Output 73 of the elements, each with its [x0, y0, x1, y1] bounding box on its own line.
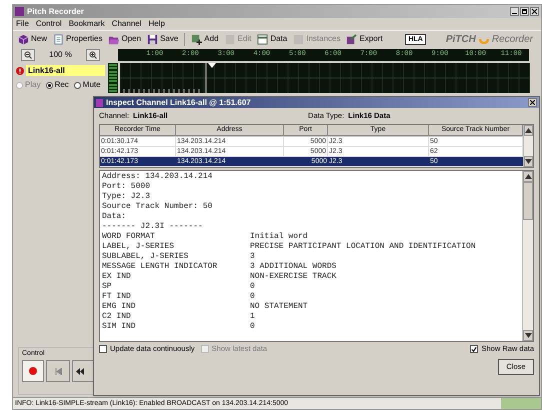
scroll-down-icon[interactable] [523, 330, 533, 341]
toolbar-button[interactable]: Open [105, 32, 144, 46]
scroll-down-icon[interactable] [524, 156, 533, 167]
field-value: 1 [250, 312, 255, 322]
field-value: 0 [250, 292, 255, 302]
menu-item[interactable]: File [16, 18, 29, 30]
close-icon[interactable] [530, 7, 539, 16]
field-name: SUBLABEL, J-SERIES [102, 252, 190, 262]
data-icon [257, 34, 268, 44]
scroll-up-icon[interactable] [524, 125, 533, 136]
zoom-level: 100 % [49, 49, 72, 61]
field-value: 0 [250, 282, 255, 292]
brand-name: PiTCH [446, 32, 476, 46]
scrollbar[interactable] [523, 125, 533, 167]
checkbox[interactable] [99, 345, 107, 353]
menu-item[interactable]: Help [148, 18, 165, 30]
cube-icon [18, 34, 29, 44]
product-name: Recorder [492, 32, 533, 46]
field-value: Initial word [250, 232, 308, 242]
channel-name-field[interactable]: Link16-all [26, 65, 105, 76]
raw-text-line: Type: J2.3 [102, 192, 152, 202]
field-value: NON-EXERCISE TRACK [250, 272, 336, 282]
mode-radio[interactable]: Rec [46, 79, 69, 91]
field-value: 0 [250, 322, 255, 332]
scroll-up-icon[interactable] [523, 171, 533, 182]
field-value: PRECISE PARTICIPANT LOCATION AND IDENTIFICATION [250, 242, 476, 252]
menu-item[interactable]: Channel [112, 18, 142, 30]
rewind-icon [76, 368, 85, 374]
field-name: SP [102, 282, 113, 292]
field-name: WORD FORMAT [102, 232, 156, 242]
field-value: 3 [250, 252, 255, 262]
field-name: C2 IND [102, 312, 132, 322]
toolbar-button[interactable]: Export [343, 32, 386, 46]
toolbar-button[interactable]: New [15, 32, 50, 46]
field-value: 3 ADDITIONAL WORDS [250, 262, 336, 272]
mode-radio[interactable]: Mute [74, 79, 101, 91]
page-icon [53, 34, 64, 44]
app-icon [15, 7, 24, 16]
menu-item[interactable]: Control [36, 18, 62, 30]
skip-back-icon [54, 368, 62, 374]
scroll-thumb[interactable] [523, 182, 533, 220]
toolbar-button[interactable]: Data [254, 32, 290, 46]
record-button[interactable] [22, 360, 44, 382]
app-icon [96, 98, 103, 106]
close-icon[interactable] [528, 98, 537, 107]
zoom-out-button[interactable] [21, 49, 35, 61]
toolbar-button[interactable]: Add [188, 32, 222, 46]
field-name: SIM IND [102, 322, 137, 332]
status-indicator [501, 398, 541, 409]
field-name: EMG IND [102, 302, 137, 312]
toolbar-button[interactable]: Properties [50, 32, 106, 46]
field-name: LABEL, J-SERIES [102, 242, 176, 252]
raw-text-line: Address: 134.203.14.214 [102, 172, 214, 182]
field-name: FT IND [102, 292, 132, 302]
raw-text-line: Source Track Number: 50 [102, 202, 214, 212]
window-title: Pitch Recorder [27, 6, 84, 18]
field-value: NO STATEMENT [250, 302, 308, 312]
zoom-in-button[interactable] [86, 49, 100, 61]
raw-text-line: Port: 5000 [102, 182, 152, 192]
minimize-icon[interactable] [510, 7, 519, 16]
export-icon [346, 34, 358, 44]
level-meter [108, 63, 118, 93]
checkbox[interactable] [470, 345, 478, 353]
raw-text-line: ------- J2.3I ------- [102, 222, 204, 232]
maximize-icon[interactable] [520, 7, 529, 16]
raw-text-line: Data: [102, 212, 128, 222]
field-name: MESSAGE LENGTH INDICATOR [102, 262, 218, 272]
menu-item[interactable]: Bookmark [68, 18, 105, 30]
scrollbar[interactable] [522, 171, 533, 341]
field-name: EX IND [102, 272, 132, 282]
add-icon [191, 34, 202, 44]
toolbar-button[interactable]: Save [144, 32, 182, 46]
dialog-title: Inspect Channel Link16-all @ 1:51.607 [106, 96, 251, 108]
